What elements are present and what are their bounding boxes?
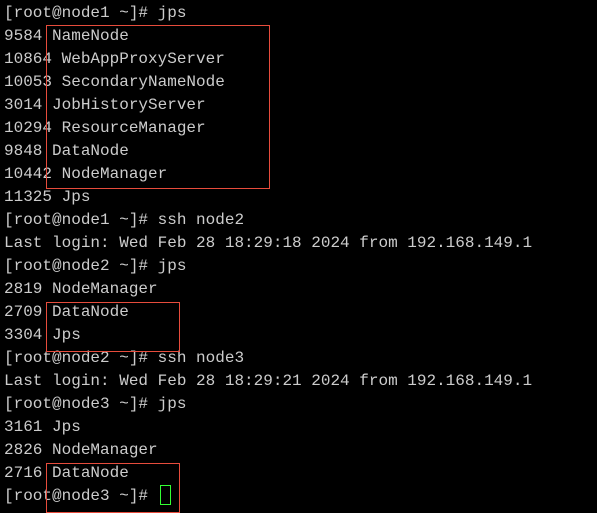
jps-output-line: 10053 SecondaryNameNode [4,71,593,94]
jps-output-line: 10864 WebAppProxyServer [4,48,593,71]
jps-output-line: 11325 Jps [4,186,593,209]
prompt-line-active[interactable]: [root@node3 ~]# [4,485,593,508]
prompt-line: [root@node2 ~]# ssh node3 [4,347,593,370]
prompt-line: [root@node1 ~]# ssh node2 [4,209,593,232]
jps-output-line: 2709 DataNode [4,301,593,324]
jps-output-line: 3304 Jps [4,324,593,347]
prompt-line: [root@node1 ~]# jps [4,2,593,25]
login-message: Last login: Wed Feb 28 18:29:21 2024 fro… [4,370,593,393]
jps-output-line: 10294 ResourceManager [4,117,593,140]
jps-output-line: 3014 JobHistoryServer [4,94,593,117]
cursor-icon [160,485,171,505]
prompt-text: [root@node3 ~]# [4,487,158,505]
jps-output-line: 2819 NodeManager [4,278,593,301]
jps-output-line: 9584 NameNode [4,25,593,48]
jps-output-line: 9848 DataNode [4,140,593,163]
jps-output-line: 2826 NodeManager [4,439,593,462]
login-message: Last login: Wed Feb 28 18:29:18 2024 fro… [4,232,593,255]
terminal-output[interactable]: [root@node1 ~]# jps 9584 NameNode 10864 … [0,0,597,510]
jps-output-line: 10442 NodeManager [4,163,593,186]
jps-output-line: 3161 Jps [4,416,593,439]
prompt-line: [root@node3 ~]# jps [4,393,593,416]
jps-output-line: 2716 DataNode [4,462,593,485]
prompt-line: [root@node2 ~]# jps [4,255,593,278]
